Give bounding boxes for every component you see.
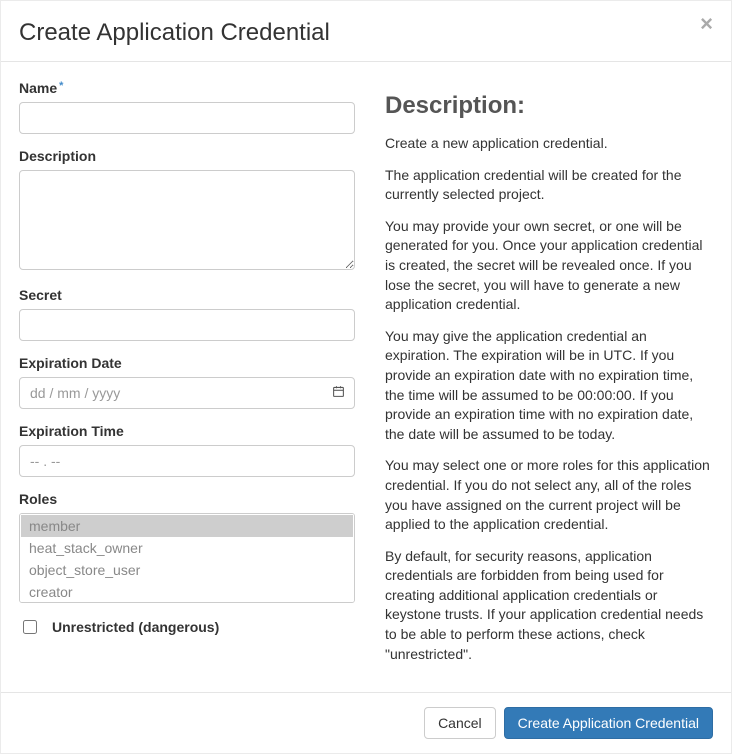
help-heading: Description: (385, 92, 713, 120)
name-input[interactable] (19, 102, 355, 134)
secret-label: Secret (19, 287, 355, 303)
modal-body: Name* Description Secret Expiration Date (1, 62, 731, 692)
expiration-date-input[interactable] (19, 377, 355, 409)
help-paragraph: You may provide your own secret, or one … (385, 217, 713, 315)
create-application-credential-button[interactable]: Create Application Credential (504, 707, 713, 739)
description-label: Description (19, 148, 355, 164)
form-column: Name* Description Secret Expiration Date (19, 80, 355, 692)
description-textarea[interactable] (19, 170, 355, 270)
help-paragraph: You may select one or more roles for thi… (385, 456, 713, 534)
name-label: Name* (19, 80, 355, 96)
roles-option[interactable]: member (21, 515, 353, 537)
roles-select[interactable]: memberheat_stack_ownerobject_store_userc… (19, 513, 355, 603)
help-paragraph: Create a new application credential. (385, 134, 713, 154)
create-application-credential-modal: Create Application Credential × Name* De… (0, 0, 732, 754)
modal-header: Create Application Credential × (1, 1, 731, 62)
help-column: Description: Create a new application cr… (385, 80, 713, 692)
expiration-time-label: Expiration Time (19, 423, 355, 439)
help-paragraph: You may give the application credential … (385, 327, 713, 445)
secret-input[interactable] (19, 309, 355, 341)
required-asterisk-icon: * (59, 80, 63, 92)
roles-label: Roles (19, 491, 355, 507)
unrestricted-label[interactable]: Unrestricted (dangerous) (52, 619, 219, 635)
expiration-time-input[interactable] (19, 445, 355, 477)
close-icon: × (700, 11, 713, 36)
cancel-button[interactable]: Cancel (424, 707, 496, 739)
roles-option[interactable]: creator (21, 581, 353, 603)
expiration-date-label: Expiration Date (19, 355, 355, 371)
modal-footer: Cancel Create Application Credential (1, 692, 731, 753)
roles-option[interactable]: object_store_user (21, 559, 353, 581)
unrestricted-checkbox[interactable] (23, 620, 37, 634)
close-button[interactable]: × (700, 13, 713, 35)
help-paragraph: By default, for security reasons, applic… (385, 547, 713, 665)
help-paragraph: The application credential will be creat… (385, 166, 713, 205)
modal-title: Create Application Credential (19, 19, 330, 47)
roles-option[interactable]: heat_stack_owner (21, 537, 353, 559)
